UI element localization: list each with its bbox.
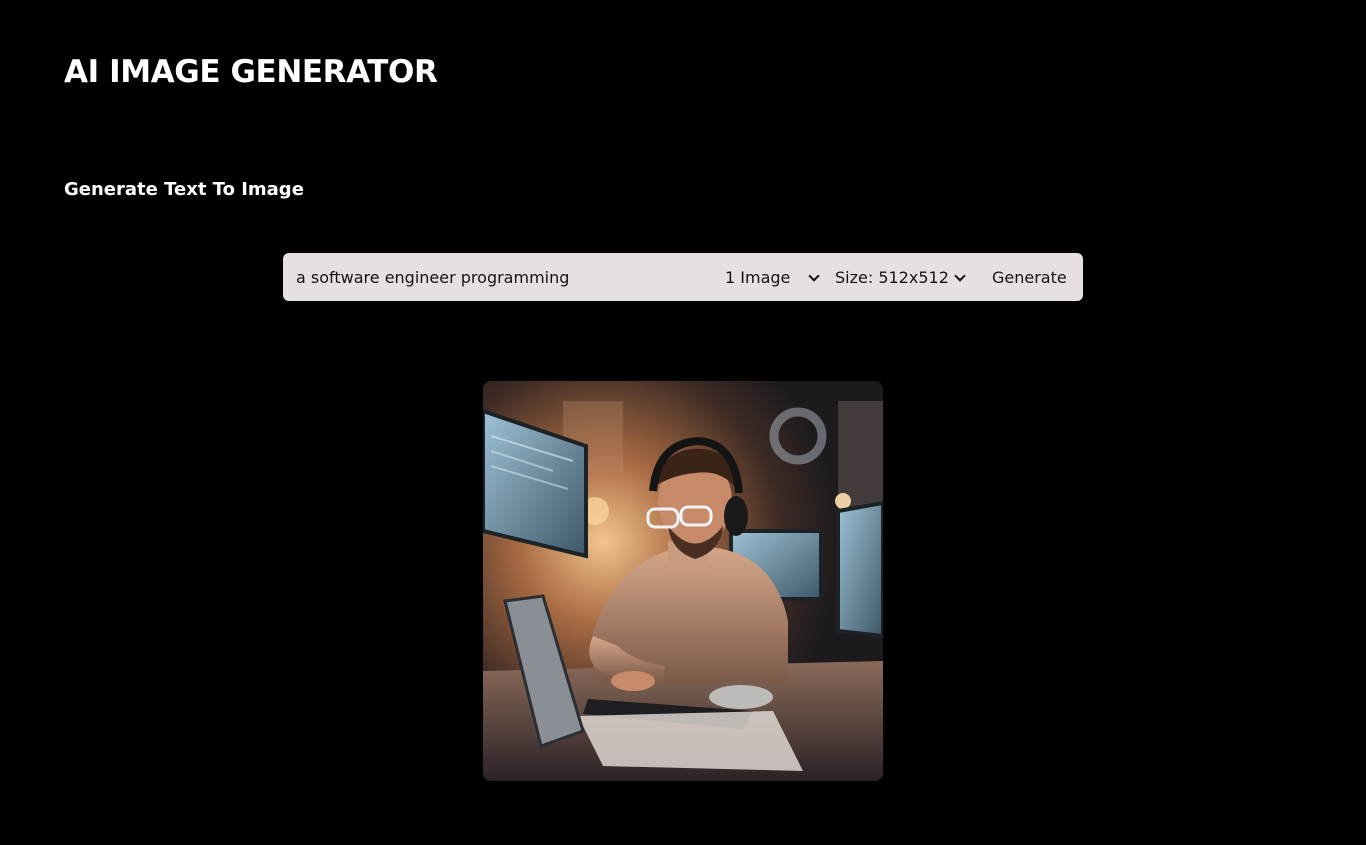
section-title: Generate Text To Image [64,179,304,200]
generate-button[interactable]: Generate [980,253,1083,301]
generated-image[interactable] [483,381,883,781]
generate-form: 1 Image Size: 512x512 Generate [283,253,1083,301]
image-count-value: 1 Image [725,267,791,287]
chevron-down-icon [954,270,966,282]
image-size-select[interactable]: Size: 512x512 [835,253,967,301]
generated-image-illustration [483,381,883,781]
prompt-input[interactable] [283,253,703,301]
image-size-value: Size: 512x512 [835,267,949,287]
image-count-select[interactable]: 1 Image [725,253,821,301]
chevron-down-icon [808,270,820,282]
app-title: AI IMAGE GENERATOR [64,54,438,90]
